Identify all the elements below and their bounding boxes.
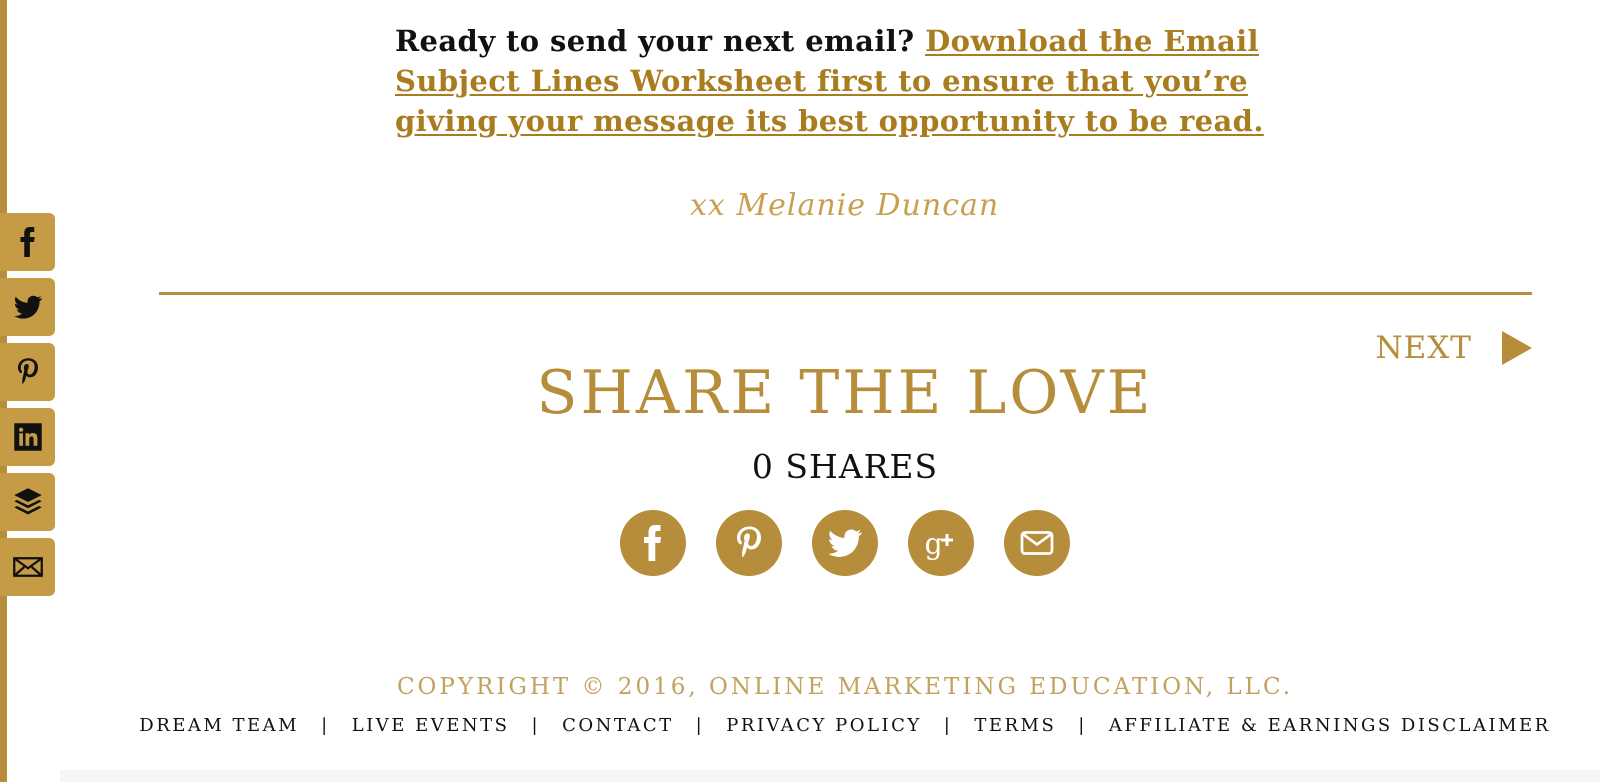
intro-lead-text: Ready to send your next email? <box>395 24 915 58</box>
share-buttons-row: g <box>620 510 1070 576</box>
footer-link-privacy-policy[interactable]: PRIVACY POLICY <box>726 715 922 736</box>
google-plus-icon: g <box>925 528 953 561</box>
share-google-plus-button[interactable]: g <box>908 510 974 576</box>
twitter-icon <box>13 295 42 319</box>
copyright-text: COPYRIGHT © 2016, ONLINE MARKETING EDUCA… <box>396 674 1294 700</box>
email-icon <box>1020 531 1054 555</box>
intro-paragraph: Ready to send your next email? Download … <box>395 21 1305 141</box>
share-pinterest-button[interactable] <box>716 510 782 576</box>
footer-link-affiliate-disclaimer[interactable]: AFFILIATE & EARNINGS DISCLAIMER <box>1109 715 1551 736</box>
footer-link-dream-team[interactable]: DREAM TEAM <box>139 715 299 736</box>
rail-email-button[interactable] <box>0 538 55 596</box>
author-signature: xx Melanie Duncan <box>690 188 1000 223</box>
facebook-icon <box>644 525 662 561</box>
share-heading: SHARE THE LOVE <box>536 358 1154 428</box>
twitter-icon <box>828 529 862 557</box>
share-facebook-button[interactable] <box>620 510 686 576</box>
footer-separator: | <box>695 715 705 736</box>
share-email-button[interactable] <box>1004 510 1070 576</box>
rail-twitter-button[interactable] <box>0 278 55 336</box>
footer-link-live-events[interactable]: LIVE EVENTS <box>352 715 510 736</box>
share-twitter-button[interactable] <box>812 510 878 576</box>
section-divider <box>159 292 1532 295</box>
bottom-shade <box>60 770 1600 782</box>
email-icon <box>12 557 43 577</box>
buffer-icon <box>13 488 42 515</box>
footer-separator: | <box>943 715 953 736</box>
footer-separator: | <box>1078 715 1087 736</box>
footer-link-terms[interactable]: TERMS <box>974 715 1056 736</box>
svg-text:g: g <box>925 528 943 561</box>
footer-separator: | <box>321 715 330 736</box>
footer-nav: DREAM TEAM | LIVE EVENTS | CONTACT | PRI… <box>0 715 1600 736</box>
share-count: 0 SHARES <box>751 447 939 486</box>
footer-separator: | <box>531 715 541 736</box>
rail-facebook-button[interactable] <box>0 213 55 271</box>
facebook-icon <box>20 227 35 257</box>
footer-link-contact[interactable]: CONTACT <box>562 715 674 736</box>
pinterest-icon <box>737 526 761 558</box>
